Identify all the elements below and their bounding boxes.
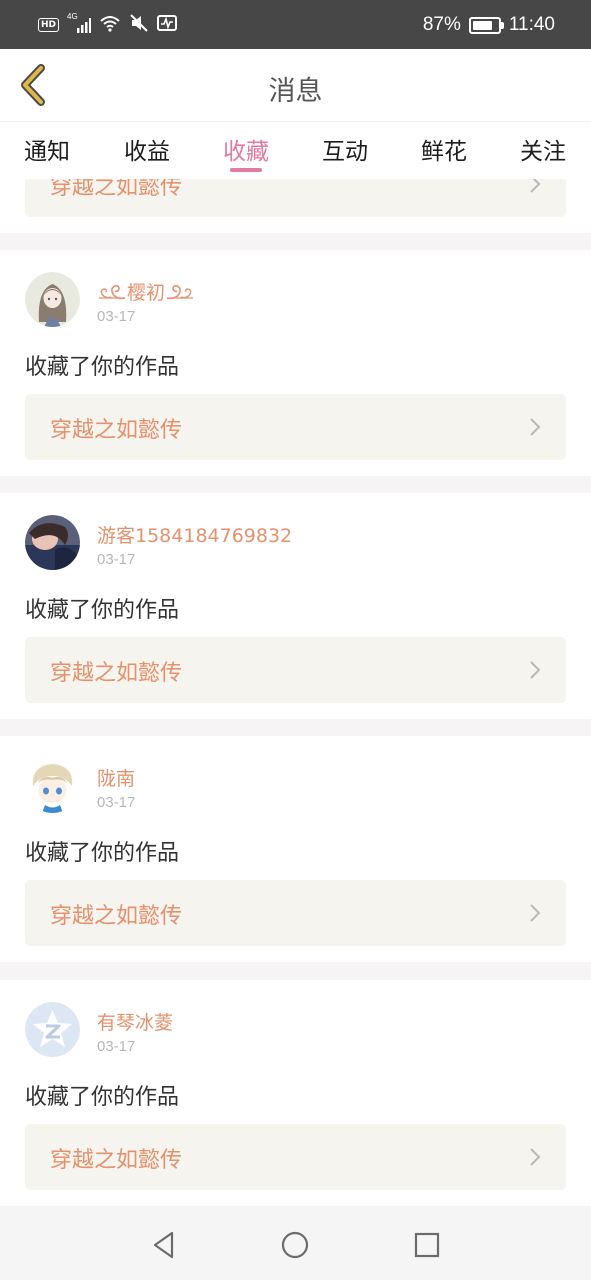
avatar[interactable]: [25, 272, 80, 327]
work-title: 穿越之如懿传: [50, 661, 183, 686]
tab-earnings[interactable]: 收益: [107, 132, 187, 166]
tab-flowers[interactable]: 鲜花: [404, 132, 484, 166]
username[interactable]: 有琴冰菱: [97, 1008, 173, 1035]
list-item: 陇南 03-17 收藏了你的作品 穿越之如懿传: [0, 736, 591, 962]
tab-interactions[interactable]: 互动: [305, 132, 385, 166]
chevron-right-icon: [530, 179, 541, 193]
name-ornament-right-icon: [166, 284, 194, 299]
username[interactable]: 陇南: [97, 764, 135, 791]
username-text: 樱初: [127, 282, 166, 304]
list-item: 游客1584184769832 03-17 收藏了你的作品 穿越之如懿传: [0, 493, 591, 719]
photo-avatar: [25, 515, 80, 570]
timestamp: 03-17: [97, 794, 136, 811]
chevron-right-icon: [530, 1148, 541, 1166]
username[interactable]: 樱初: [97, 278, 195, 305]
status-icons-left: HD 4G: [38, 12, 178, 36]
wifi-icon: [99, 14, 121, 36]
timestamp: 03-17: [97, 551, 136, 568]
avatar[interactable]: [25, 515, 80, 570]
chevron-right-icon: [530, 904, 541, 922]
battery-cap: [500, 21, 504, 29]
4g-signal-icon: 4G: [67, 12, 92, 34]
list-item: 有琴冰菱 03-17 收藏了你的作品 穿越之如懿传: [0, 980, 591, 1206]
avatar[interactable]: [25, 1002, 80, 1057]
system-nav-bar: [0, 1209, 591, 1280]
chevron-right-icon: [530, 418, 541, 436]
mute-icon: [129, 14, 149, 36]
work-title: 穿越之如懿传: [50, 179, 183, 200]
message-feed[interactable]: 穿越之如懿传 樱初 03-17 收藏了你的作品 穿越之如懿传 游客1584184…: [0, 179, 591, 1209]
hd-badge: HD: [38, 18, 60, 32]
work-link[interactable]: 穿越之如懿传: [25, 1124, 566, 1190]
anime-girl-avatar: [25, 272, 80, 327]
anime-boy-avatar: [25, 758, 80, 813]
nav-recents-button[interactable]: [409, 1227, 445, 1263]
name-ornament-left-icon: [99, 284, 126, 299]
active-tab-indicator: [230, 168, 262, 172]
status-icons-right: 87% 11:40: [423, 12, 555, 38]
work-link[interactable]: 穿越之如懿传: [25, 880, 566, 946]
work-title: 穿越之如懿传: [50, 1148, 183, 1173]
tab-following[interactable]: 关注: [503, 132, 583, 166]
header: 消息: [0, 49, 591, 122]
clock: 11:40: [508, 14, 555, 35]
list-item: 樱初 03-17 收藏了你的作品 穿越之如懿传: [0, 250, 591, 476]
action-text: 收藏了你的作品: [25, 355, 180, 380]
work-title: 穿越之如懿传: [50, 418, 183, 443]
default-star-avatar: [25, 1002, 80, 1057]
chevron-right-icon: [530, 661, 541, 679]
status-bar: HD 4G 87% 11:40: [0, 0, 591, 49]
avatar[interactable]: [25, 758, 80, 813]
battery-icon: [468, 16, 504, 34]
battery-percent: 87%: [422, 14, 461, 35]
work-link[interactable]: 穿越之如懿传: [25, 394, 566, 460]
tab-bar: 通知 收益 收藏 互动 鲜花 关注: [0, 122, 591, 179]
action-text: 收藏了你的作品: [25, 1085, 180, 1110]
list-item: 穿越之如懿传: [0, 179, 591, 233]
home-circle-icon: [281, 1231, 309, 1259]
tab-notifications[interactable]: 通知: [7, 132, 87, 166]
activity-icon: [157, 15, 178, 35]
username[interactable]: 游客1584184769832: [97, 521, 292, 548]
recents-square-icon: [414, 1232, 440, 1258]
action-text: 收藏了你的作品: [25, 841, 180, 866]
work-link[interactable]: 穿越之如懿传: [25, 179, 566, 217]
battery-level-fill: [472, 20, 492, 30]
page-title: 消息: [268, 76, 323, 107]
timestamp: 03-17: [97, 1038, 136, 1055]
back-triangle-icon: [153, 1231, 174, 1259]
timestamp: 03-17: [97, 308, 136, 325]
nav-home-button[interactable]: [277, 1227, 313, 1263]
nav-back-button[interactable]: [146, 1227, 182, 1263]
action-text: 收藏了你的作品: [25, 598, 180, 623]
work-title: 穿越之如懿传: [50, 904, 183, 929]
work-link[interactable]: 穿越之如懿传: [25, 637, 566, 703]
tab-favorites[interactable]: 收藏: [206, 132, 286, 166]
